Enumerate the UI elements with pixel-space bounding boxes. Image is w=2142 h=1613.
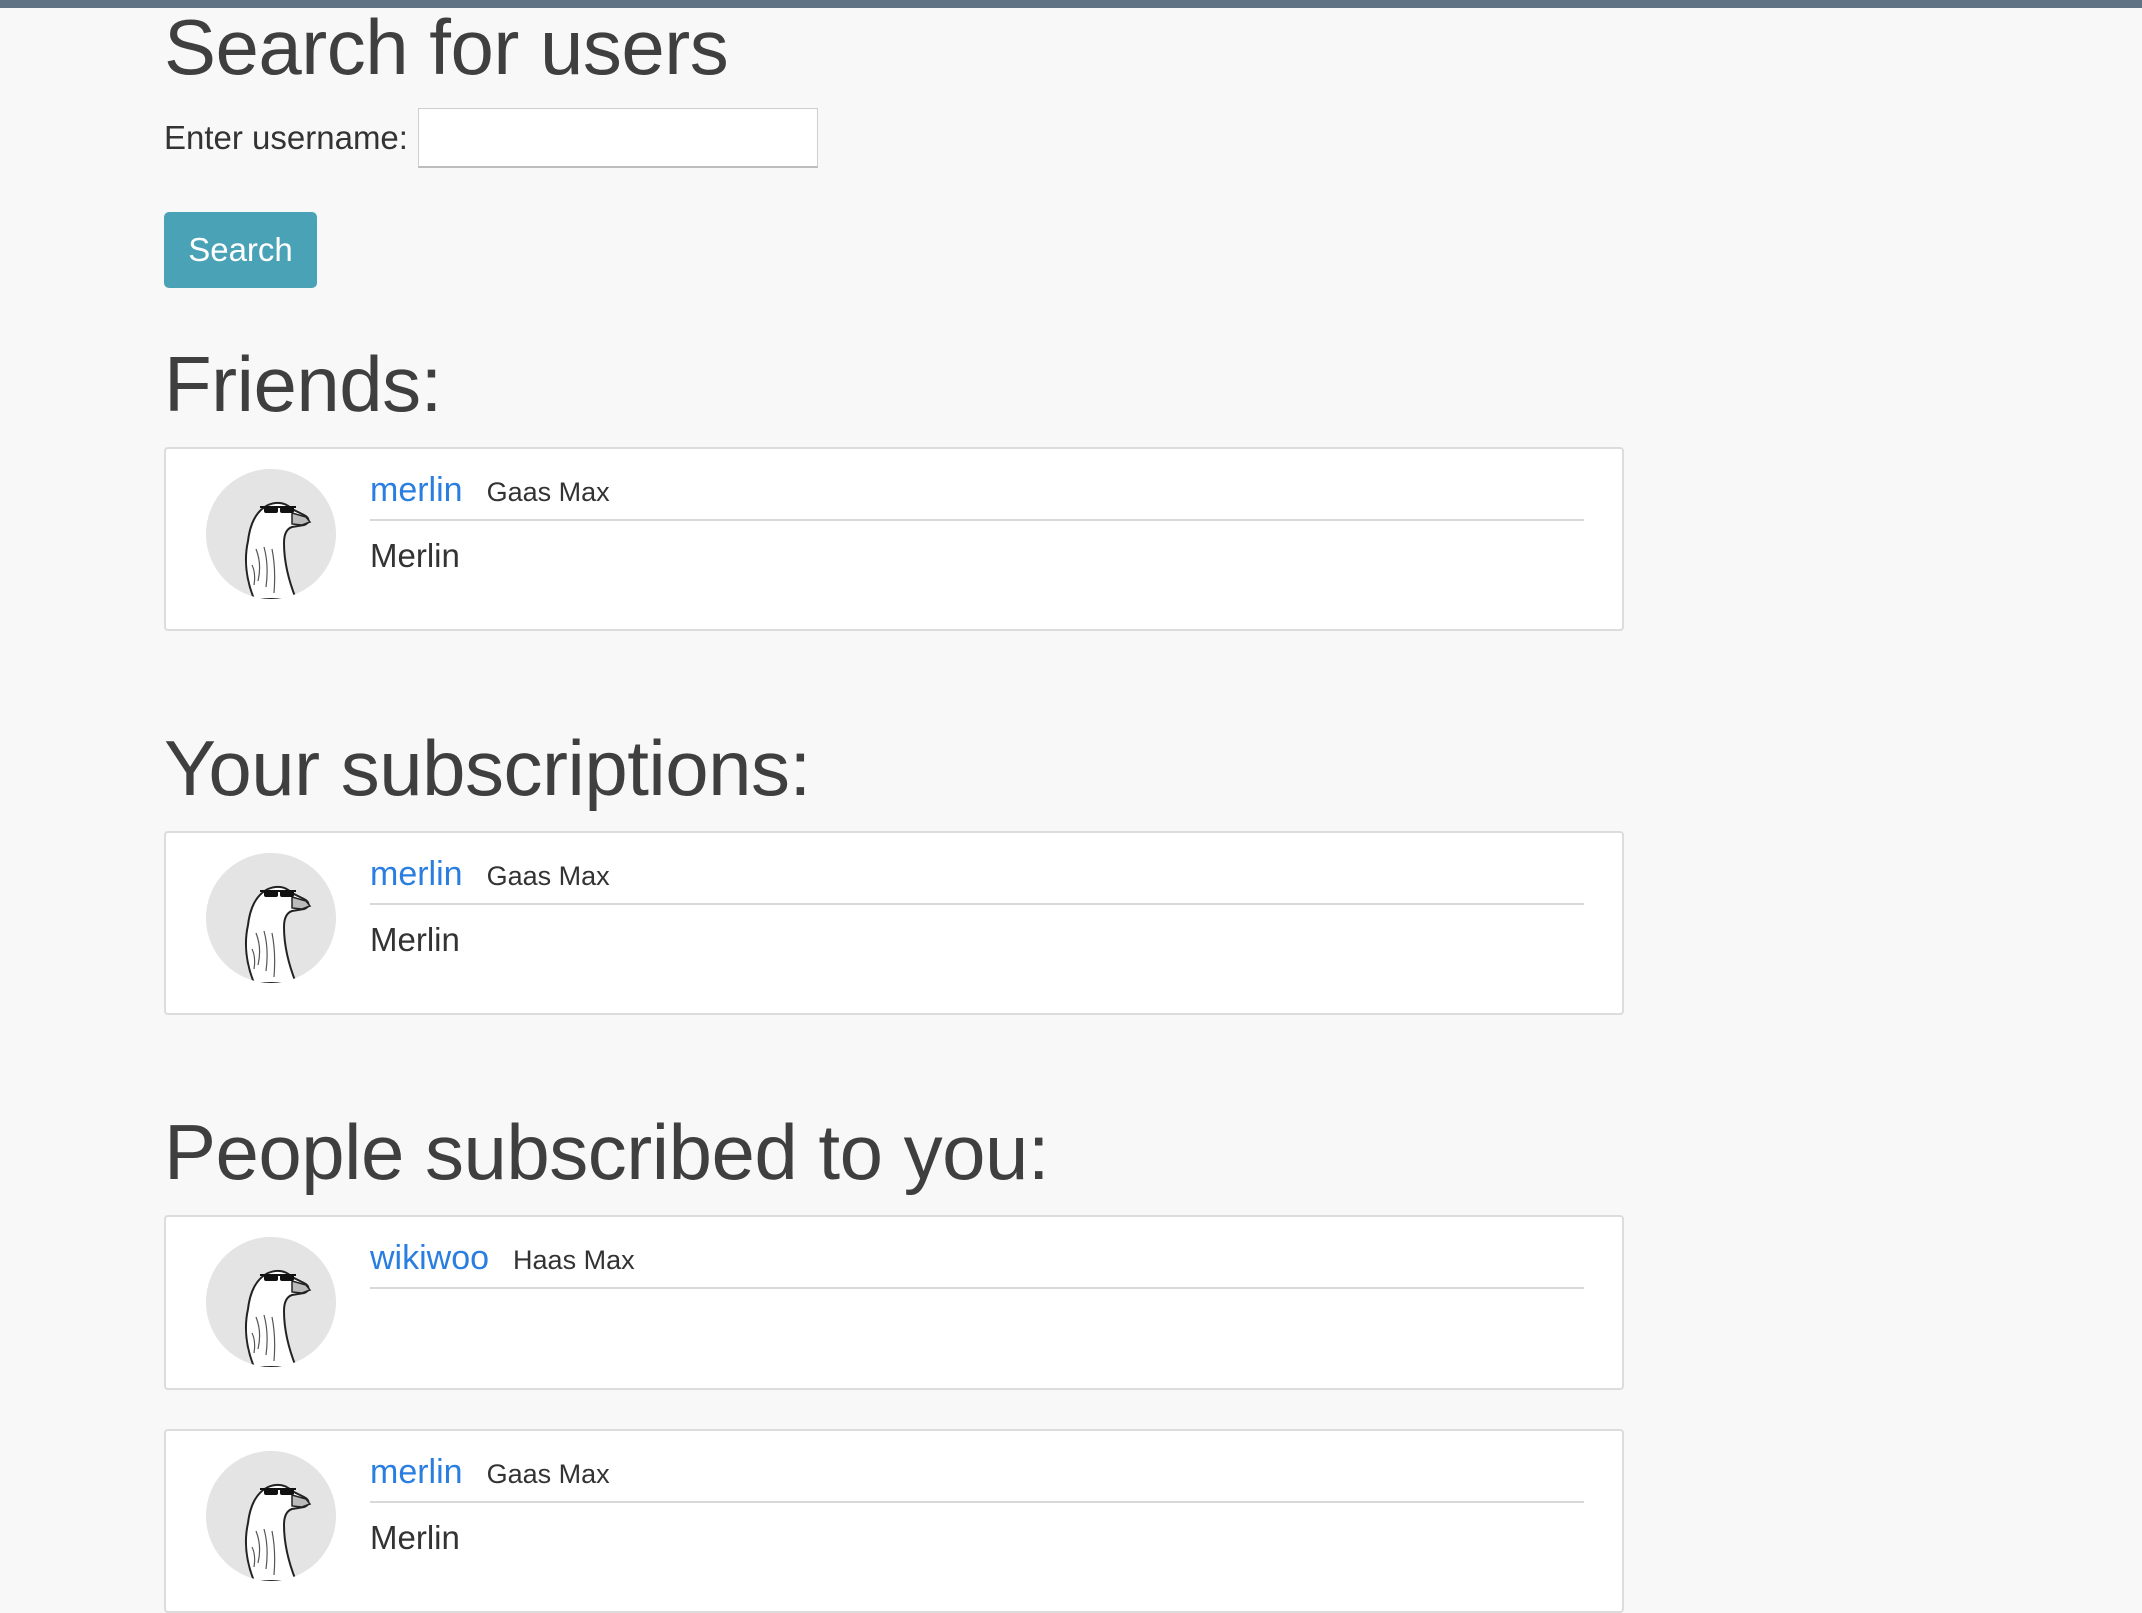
user-card: merlin Gaas Max Merlin: [164, 447, 1624, 631]
subscriptions-heading: Your subscriptions:: [164, 724, 811, 812]
goose-with-sunglasses-icon: [206, 1451, 336, 1581]
subscribers-heading: People subscribed to you:: [164, 1108, 1050, 1196]
user-full-name: Gaas Max: [486, 477, 610, 507]
user-card-header: merlin Gaas Max: [370, 855, 1584, 905]
page-title: Search for users: [164, 3, 729, 91]
user-display-name: Merlin: [370, 537, 460, 574]
search-form: Enter username:: [164, 108, 818, 168]
user-card: merlin Gaas Max Merlin: [164, 831, 1624, 1015]
user-display-name: Merlin: [370, 921, 460, 958]
search-label: Enter username:: [164, 119, 408, 156]
goose-with-sunglasses-icon: [206, 469, 336, 599]
user-full-name: Gaas Max: [486, 1459, 610, 1489]
goose-with-sunglasses-icon: [206, 853, 336, 983]
user-card-header: merlin Gaas Max: [370, 1453, 1584, 1503]
username-search-input[interactable]: [417, 108, 818, 168]
user-card-header: wikiwoo Haas Max: [370, 1239, 1584, 1289]
username-link[interactable]: merlin: [370, 471, 463, 510]
user-display-name: Merlin: [370, 1519, 460, 1556]
search-button[interactable]: Search: [164, 212, 317, 288]
username-link[interactable]: wikiwoo: [370, 1239, 489, 1278]
user-card-header: merlin Gaas Max: [370, 471, 1584, 521]
user-card: wikiwoo Haas Max: [164, 1215, 1624, 1390]
username-link[interactable]: merlin: [370, 855, 463, 894]
username-link[interactable]: merlin: [370, 1453, 463, 1492]
user-full-name: Gaas Max: [486, 861, 610, 891]
friends-heading: Friends:: [164, 340, 442, 428]
user-card: merlin Gaas Max Merlin: [164, 1429, 1624, 1613]
user-full-name: Haas Max: [513, 1245, 635, 1275]
goose-with-sunglasses-icon: [206, 1237, 336, 1367]
